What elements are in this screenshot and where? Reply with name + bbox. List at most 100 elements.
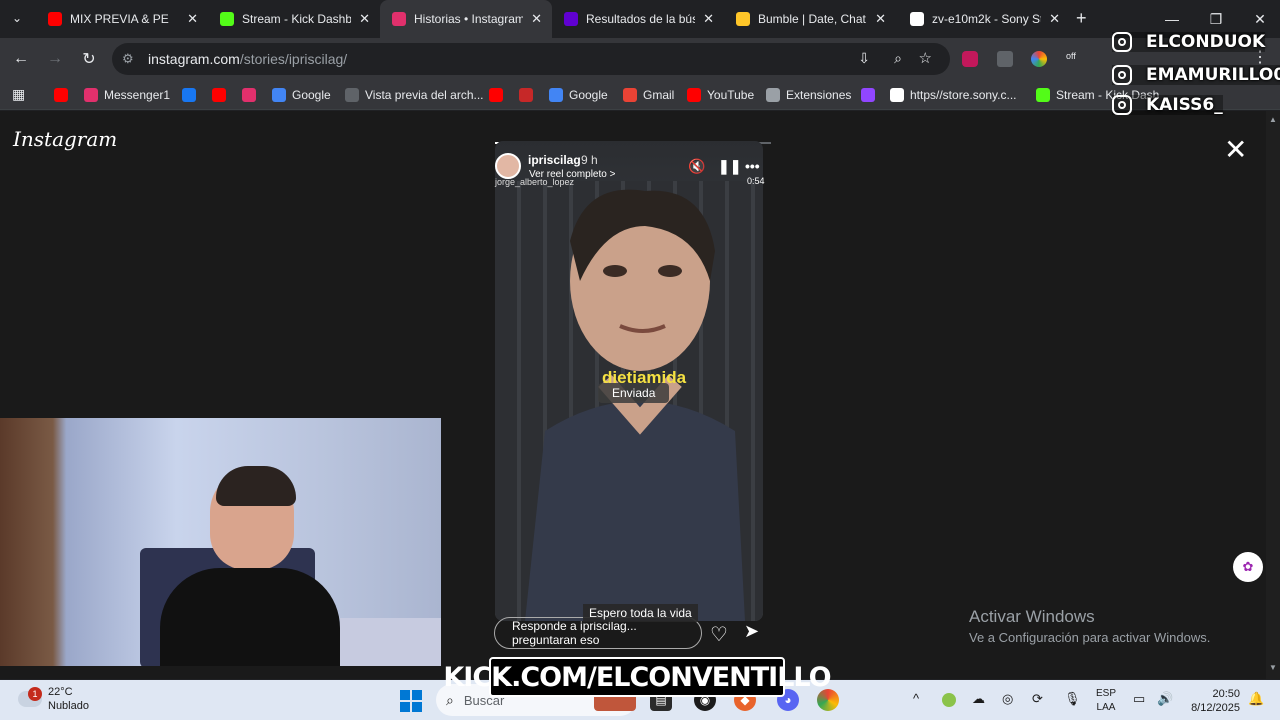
bookmark-label: Extensiones <box>786 88 852 102</box>
youtube-icon <box>489 88 503 102</box>
youtube-icon <box>54 88 68 102</box>
gmail-icon <box>623 88 637 102</box>
ublock-extension-icon[interactable] <box>962 51 978 67</box>
tab-kick[interactable]: Stream - Kick Dashbo ✕ <box>208 0 380 38</box>
pause-icon[interactable]: ❚❚ <box>718 158 741 175</box>
floating-assistant-icon[interactable]: ✿ <box>1233 552 1263 582</box>
bookmark-item[interactable]: YouTube <box>687 86 754 104</box>
sync-icon[interactable]: ⟳ <box>1032 691 1043 707</box>
tab-title: Bumble | Date, Chat, <box>758 12 868 26</box>
volume-icon[interactable]: 🔊 <box>1157 691 1173 707</box>
toggle-extension-icon[interactable]: off <box>1066 51 1076 61</box>
google-icon <box>549 88 563 102</box>
instagram-icon <box>242 88 256 102</box>
bookmark-item[interactable]: Google <box>272 86 331 104</box>
extension-icon[interactable] <box>997 51 1013 67</box>
start-button[interactable] <box>400 690 422 712</box>
tab-yahoo[interactable]: Resultados de la búsq ✕ <box>552 0 724 38</box>
send-icon[interactable]: ➤ <box>744 621 759 642</box>
overlay-username: jorge_alberto_lopez <box>495 177 575 187</box>
bookmark-item[interactable]: https//store.sony.c... <box>890 86 1017 104</box>
apps-grid-icon[interactable]: ▦ <box>12 86 25 103</box>
bookmark-item[interactable]: Gmail <box>623 86 674 104</box>
tab-search-chevron-icon[interactable]: ⌄ <box>12 11 22 25</box>
toolbar: ← → ↻ ⚙ instagram.com/stories/ipriscilag… <box>0 38 1280 80</box>
kick-icon <box>220 12 234 26</box>
story-username[interactable]: ipriscilag <box>528 153 581 167</box>
bookmark-label: Gmail <box>643 88 675 102</box>
tab-youtube[interactable]: MIX PREVIA & PE ✕ <box>36 0 208 38</box>
bumble-icon <box>736 12 750 26</box>
like-heart-icon[interactable]: ♡ <box>710 622 728 647</box>
story-header: ipriscilag 9 h Ver reel completo > jorge… <box>495 151 771 191</box>
bookmark-item[interactable]: Google <box>549 86 608 104</box>
close-tab-icon[interactable]: ✕ <box>187 11 198 27</box>
bookmark-star-icon[interactable]: ☆ <box>919 49 932 67</box>
youtube-icon <box>212 88 226 102</box>
zoom-icon[interactable]: ⌕ <box>894 50 902 67</box>
close-tab-icon[interactable]: ✕ <box>703 11 714 27</box>
app-icon <box>519 88 533 102</box>
social-handle-1: ELCONDUOK <box>1112 32 1266 52</box>
activate-windows-title: Activar Windows <box>969 607 1095 626</box>
bookmark-item[interactable] <box>489 86 509 104</box>
close-tab-icon[interactable]: ✕ <box>1049 11 1060 27</box>
scrollbar[interactable]: ▲ ▼ <box>1266 111 1280 679</box>
onedrive-icon[interactable]: ☁ <box>972 691 985 707</box>
tab-title: Resultados de la búsq <box>586 12 696 26</box>
clock[interactable]: 20:50 8/12/2025 <box>1186 687 1240 715</box>
bookmark-label: Vista previa del arch... <box>365 88 484 102</box>
more-options-icon[interactable]: ••• <box>745 158 760 174</box>
weather-widget[interactable]: 1 22°C Nublado <box>18 685 89 713</box>
close-tab-icon[interactable]: ✕ <box>531 11 542 27</box>
tray-settings-icon[interactable]: ◎ <box>1002 691 1013 707</box>
social-handle-2: EMAMURILLO05 <box>1112 65 1280 85</box>
tab-bumble[interactable]: Bumble | Date, Chat, ✕ <box>724 0 896 38</box>
new-tab-button[interactable]: + <box>1076 8 1087 29</box>
bookmark-item[interactable] <box>861 86 881 104</box>
bookmark-item[interactable] <box>242 86 262 104</box>
bookmark-item[interactable] <box>54 86 74 104</box>
bookmark-item[interactable]: Vista previa del arch... <box>345 86 484 104</box>
tab-title: zv-e10m2k - Sony St <box>932 12 1042 26</box>
webcam-hair <box>216 466 296 506</box>
instagram-story-viewer: Instagram ✕ ipriscilag 9 h Ver reel comp… <box>0 111 1266 679</box>
close-story-button[interactable]: ✕ <box>1224 133 1247 166</box>
bookmark-item[interactable]: Messenger1 <box>84 86 170 104</box>
install-app-icon[interactable]: ⇩ <box>858 50 870 67</box>
mute-icon[interactable]: 🔇 <box>688 158 705 175</box>
video-duration: 0:54 <box>747 176 765 186</box>
tab-sony[interactable]: zv-e10m2k - Sony St ✕ <box>898 0 1070 38</box>
show-hidden-icons-chevron-icon[interactable]: ^ <box>913 691 919 706</box>
forward-button[interactable]: → <box>43 47 67 71</box>
back-button[interactable]: ← <box>9 47 33 71</box>
address-bar[interactable]: ⚙ instagram.com/stories/ipriscilag/ ⇩ ⌕ … <box>112 43 950 75</box>
tray-app-icon[interactable] <box>942 693 956 707</box>
network-icon[interactable]: ▭ <box>1133 691 1145 707</box>
tab-instagram[interactable]: Historias • Instagram ✕ <box>380 0 552 38</box>
webcam-shirt <box>160 568 340 666</box>
avatar[interactable] <box>495 153 521 179</box>
notifications-bell-icon[interactable]: 🔔 <box>1248 691 1264 707</box>
weather-desc: Nublado <box>48 700 89 712</box>
close-tab-icon[interactable]: ✕ <box>875 11 886 27</box>
tab-title: Historias • Instagram <box>414 12 524 26</box>
input-language[interactable]: ESP LAA <box>1096 687 1116 715</box>
microphone-icon[interactable]: 🎙 <box>1064 691 1081 707</box>
close-tab-icon[interactable]: ✕ <box>359 11 370 27</box>
instagram-icon <box>1112 65 1132 85</box>
reload-button[interactable]: ↻ <box>77 47 101 71</box>
color-extension-icon[interactable] <box>1031 51 1047 67</box>
site-info-icon[interactable]: ⚙ <box>122 51 134 67</box>
url-path: /stories/ipriscilag/ <box>239 51 348 67</box>
bookmark-item[interactable] <box>212 86 232 104</box>
bookmarks-bar: ▦ Messenger1 Google Vista previa del arch.… <box>0 80 1280 110</box>
tab-title: Stream - Kick Dashbo <box>242 12 352 26</box>
bookmark-item[interactable] <box>519 86 539 104</box>
bookmark-item[interactable] <box>182 86 202 104</box>
bookmark-item[interactable]: Extensiones <box>766 86 851 104</box>
globe-icon <box>345 88 359 102</box>
sent-toast: Enviada <box>598 383 670 403</box>
search-icon: ⌕ <box>446 691 454 708</box>
instagram-logo[interactable]: Instagram <box>13 127 117 151</box>
